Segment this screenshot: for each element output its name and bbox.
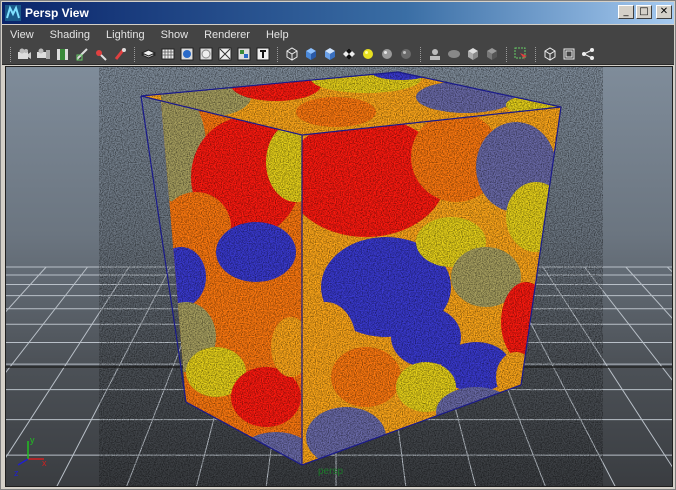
minimize-button[interactable]: _ bbox=[618, 5, 634, 19]
light-cube-icon[interactable] bbox=[464, 46, 481, 63]
maximize-button[interactable]: □ bbox=[636, 5, 652, 19]
3d-viewport[interactable]: x y z persp bbox=[5, 66, 673, 487]
grid-line bbox=[6, 266, 88, 373]
axis-z-label: z bbox=[14, 468, 19, 478]
axis-gizmo: x y z bbox=[14, 435, 47, 478]
close-button[interactable]: ✕ bbox=[656, 5, 672, 19]
smooth-icon[interactable] bbox=[197, 46, 214, 63]
menu-lighting[interactable]: Lighting bbox=[106, 29, 145, 41]
toolbar-separator bbox=[134, 46, 136, 62]
texture-icon[interactable] bbox=[235, 46, 252, 63]
box-icon[interactable] bbox=[560, 46, 577, 63]
flat-sphere-icon[interactable] bbox=[445, 46, 462, 63]
light-icon[interactable] bbox=[92, 46, 109, 63]
toolbar-separator bbox=[10, 46, 12, 62]
title-bar[interactable]: Persp View _ □ ✕ bbox=[2, 2, 674, 24]
grid-line bbox=[542, 266, 672, 468]
grid-icon[interactable] bbox=[159, 46, 176, 63]
axis-y-label: y bbox=[30, 435, 35, 445]
grid-line bbox=[584, 266, 672, 381]
grid-line bbox=[56, 266, 171, 486]
toolbar-separator bbox=[277, 46, 279, 62]
text-icon[interactable] bbox=[254, 46, 271, 63]
menu-view[interactable]: View bbox=[10, 29, 34, 41]
menu-show[interactable]: Show bbox=[161, 29, 189, 41]
grid-line bbox=[6, 266, 47, 313]
wireframe-icon[interactable] bbox=[216, 46, 233, 63]
menu-renderer[interactable]: Renderer bbox=[204, 29, 250, 41]
gray-sphere-icon[interactable] bbox=[378, 46, 395, 63]
layers-icon[interactable] bbox=[140, 46, 157, 63]
viewport-scene: x y z bbox=[6, 67, 672, 486]
menu-bar: View Shading Lighting Show Renderer Help bbox=[2, 25, 674, 44]
select-icon[interactable] bbox=[512, 46, 529, 63]
checker-icon[interactable] bbox=[340, 46, 357, 63]
menu-help[interactable]: Help bbox=[266, 29, 289, 41]
isolate-icon[interactable] bbox=[426, 46, 443, 63]
grid-line bbox=[6, 266, 130, 459]
persp-view-window: Persp View _ □ ✕ View Shading Lighting S… bbox=[0, 0, 676, 490]
axis-x-label: x bbox=[42, 458, 47, 468]
voronoi-cube[interactable] bbox=[136, 67, 566, 472]
grid-snap-icon[interactable] bbox=[73, 46, 90, 63]
wire-cube-icon[interactable] bbox=[283, 46, 300, 63]
yellow-sphere-icon[interactable] bbox=[359, 46, 376, 63]
toolbar-separator bbox=[506, 46, 508, 62]
solid-cube-icon[interactable] bbox=[302, 46, 319, 63]
cube-speckle bbox=[141, 72, 561, 465]
menu-shading[interactable]: Shading bbox=[50, 29, 90, 41]
film-icon[interactable] bbox=[54, 46, 71, 63]
shaded-cube-icon[interactable] bbox=[321, 46, 338, 63]
camera-name-label: persp bbox=[318, 466, 344, 477]
maya-app-icon bbox=[5, 5, 21, 21]
window-buttons: _ □ ✕ bbox=[618, 5, 672, 19]
dark-sphere-icon[interactable] bbox=[397, 46, 414, 63]
dark-cube-icon[interactable] bbox=[483, 46, 500, 63]
panel-toolbar bbox=[2, 44, 674, 65]
shading-icon[interactable] bbox=[178, 46, 195, 63]
camera-attrs-icon[interactable] bbox=[35, 46, 52, 63]
camera-icon[interactable] bbox=[16, 46, 33, 63]
share-icon[interactable] bbox=[579, 46, 596, 63]
window-title: Persp View bbox=[25, 6, 89, 20]
xray-icon[interactable] bbox=[111, 46, 128, 63]
toolbar-separator bbox=[420, 46, 422, 62]
frame-icon[interactable] bbox=[541, 46, 558, 63]
toolbar-separator bbox=[535, 46, 537, 62]
grid-line bbox=[625, 266, 672, 319]
